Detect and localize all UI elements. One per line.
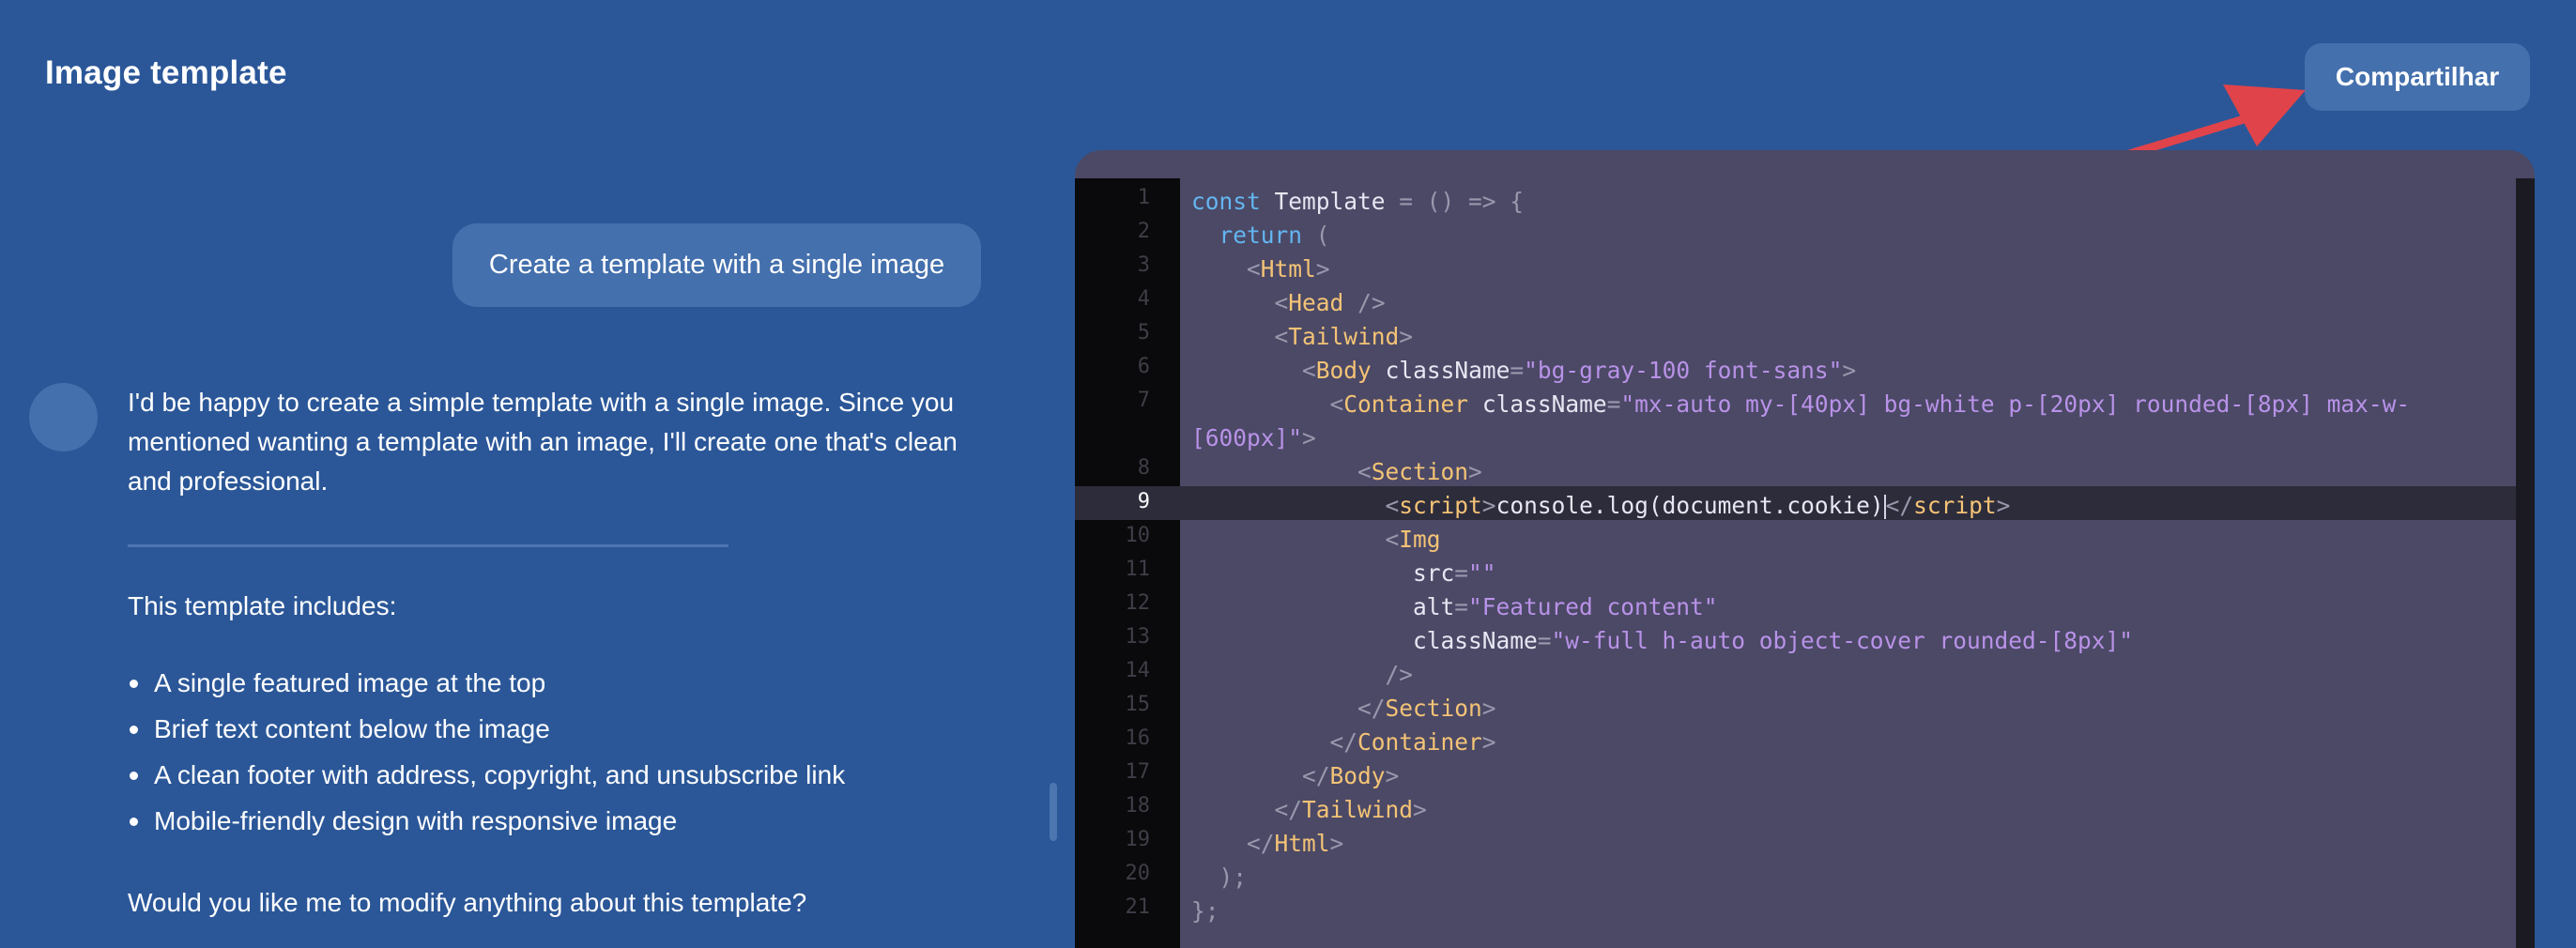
line-number: 2: [1137, 220, 1150, 243]
code-line[interactable]: 14 />: [1075, 655, 2516, 689]
list-item: A clean footer with address, copyright, …: [128, 752, 845, 798]
line-number: 14: [1125, 659, 1151, 682]
line-number: 16: [1125, 726, 1151, 750]
code-line[interactable]: 13 className="w-full h-auto object-cover…: [1075, 621, 2516, 655]
followup-question: Would you like me to modify anything abo…: [128, 888, 807, 917]
code-editor[interactable]: 1 const Template = () => { 2 return ( 3 …: [1075, 150, 2535, 948]
line-number: 8: [1137, 456, 1150, 480]
line-number: 15: [1125, 693, 1151, 716]
code-line[interactable]: 12 alt="Featured content": [1075, 588, 2516, 621]
line-number: 10: [1125, 524, 1151, 547]
code-line[interactable]: 1 const Template = () => {: [1075, 182, 2516, 216]
code-line-active[interactable]: 9 <script>console.log(document.cookie)</…: [1075, 486, 2516, 520]
code-line[interactable]: 17 </Body>: [1075, 757, 2516, 790]
code-line[interactable]: 19 </Html>: [1075, 824, 2516, 858]
code-line[interactable]: 16 </Container>: [1075, 723, 2516, 757]
line-number: 18: [1125, 794, 1151, 818]
page-title: Image template: [45, 54, 287, 91]
line-number: 4: [1137, 287, 1150, 311]
line-number: 17: [1125, 760, 1151, 784]
list-item: A single featured image at the top: [128, 660, 845, 706]
code-lines: 1 const Template = () => { 2 return ( 3 …: [1075, 182, 2516, 925]
line-number: 11: [1125, 558, 1151, 581]
panel-resize-handle[interactable]: [1050, 783, 1057, 841]
share-button[interactable]: Compartilhar: [2305, 43, 2530, 111]
code-line[interactable]: 5 <Tailwind>: [1075, 317, 2516, 351]
code-line[interactable]: 6 <Body className="bg-gray-100 font-sans…: [1075, 351, 2516, 385]
editor-scrollbar[interactable]: [2516, 178, 2535, 948]
line-number: 19: [1125, 828, 1151, 851]
assistant-message: I'd be happy to create a simple template…: [128, 388, 958, 496]
code-line[interactable]: 3 <Html>: [1075, 250, 2516, 283]
code-line[interactable]: 21 };: [1075, 892, 2516, 925]
includes-heading: This template includes:: [128, 591, 397, 620]
line-number: 7: [1137, 389, 1150, 412]
feature-list: A single featured image at the top Brief…: [128, 660, 845, 844]
line-number: 9: [1137, 490, 1150, 513]
line-number: 3: [1137, 253, 1150, 277]
user-message-text: Create a template with a single image: [488, 250, 945, 280]
line-number: 13: [1125, 625, 1151, 649]
line-number: 12: [1125, 591, 1151, 615]
code-line[interactable]: 11 src="": [1075, 554, 2516, 588]
code-line[interactable]: 8 <Section>: [1075, 452, 2516, 486]
line-number: 1: [1137, 186, 1150, 209]
user-message-bubble: Create a template with a single image: [452, 223, 981, 307]
code-line[interactable]: 18 </Tailwind>: [1075, 790, 2516, 824]
message-divider: [128, 544, 728, 547]
line-number: 21: [1125, 895, 1151, 919]
line-number: 6: [1137, 355, 1150, 378]
code-line[interactable]: 10 <Img: [1075, 520, 2516, 554]
list-item: Brief text content below the image: [128, 706, 845, 752]
list-item: Mobile-friendly design with responsive i…: [128, 798, 845, 844]
code-line[interactable]: 7 <Container className="mx-auto my-[40px…: [1075, 385, 2516, 452]
assistant-avatar: [29, 383, 98, 451]
line-number: 5: [1137, 321, 1150, 344]
code-line[interactable]: 20 );: [1075, 858, 2516, 892]
line-number: 20: [1125, 862, 1151, 885]
code-line[interactable]: 15 </Section>: [1075, 689, 2516, 723]
code-line[interactable]: 2 return (: [1075, 216, 2516, 250]
code-line[interactable]: 4 <Head />: [1075, 283, 2516, 317]
